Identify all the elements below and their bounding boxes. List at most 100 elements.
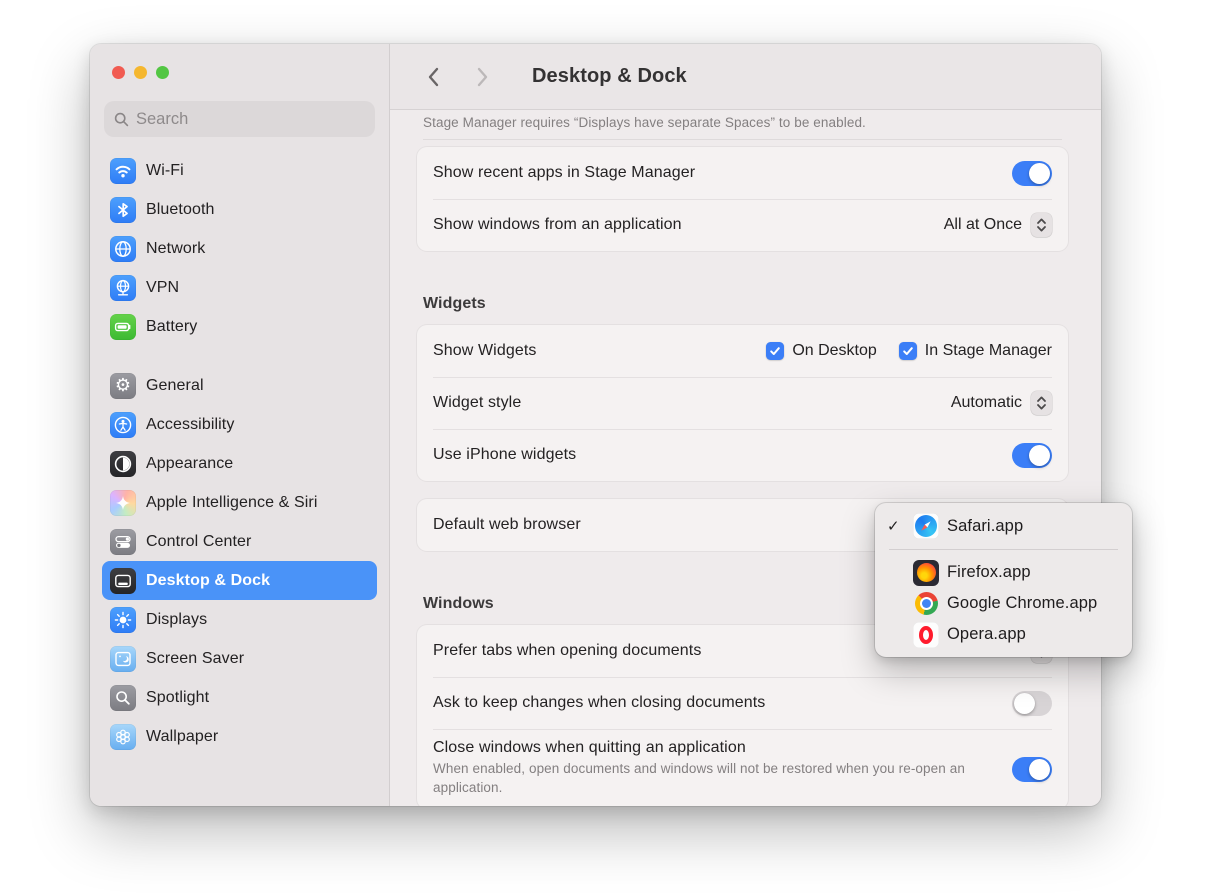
toggle-knob (1029, 759, 1050, 780)
divider (423, 139, 1062, 140)
menu-item-chrome[interactable]: Google Chrome.app (875, 588, 1132, 619)
close-windows-toggle[interactable] (1012, 757, 1052, 782)
forward-button[interactable] (468, 62, 498, 92)
sidebar-item-displays[interactable]: Displays (102, 600, 377, 639)
bluetooth-icon (110, 197, 136, 223)
settings-row-show-widgets: Show Widgets On Desktop In S (417, 325, 1068, 377)
sidebar-item-label: Wi-Fi (146, 162, 184, 180)
settings-row-ask-to-keep-changes: Ask to keep changes when closing documen… (417, 677, 1068, 729)
sidebar-item-label: Desktop & Dock (146, 572, 270, 590)
screen-saver-icon (110, 646, 136, 672)
toggle-knob (1029, 163, 1050, 184)
settings-row-show-windows-from-app: Show windows from an application All at … (417, 199, 1068, 251)
sidebar-item-general[interactable]: ⚙ General (102, 366, 377, 405)
system-settings-window: Wi-Fi Bluetooth Network VPN (90, 44, 1101, 806)
title-bar: Desktop & Dock (390, 44, 1101, 110)
widget-style-stepper[interactable] (1031, 391, 1052, 415)
settings-row-iphone-widgets: Use iPhone widgets (417, 429, 1068, 481)
widgets-card: Show Widgets On Desktop In S (417, 325, 1068, 481)
sidebar-item-spotlight[interactable]: Spotlight (102, 678, 377, 717)
checkmark-icon (902, 345, 914, 357)
sidebar-item-label: Apple Intelligence & Siri (146, 494, 317, 512)
sidebar-item-label: Displays (146, 611, 207, 629)
sidebar-item-wifi[interactable]: Wi-Fi (102, 151, 377, 190)
sidebar-item-vpn[interactable]: VPN (102, 268, 377, 307)
accessibility-icon (110, 412, 136, 438)
window-controls (102, 66, 377, 79)
widgets-section-header: Widgets (423, 295, 1068, 313)
sidebar-group-system: ⚙ General Accessibility Appearance Appl (102, 366, 377, 756)
sidebar-item-apple-intelligence[interactable]: Apple Intelligence & Siri (102, 483, 377, 522)
show-recent-apps-toggle[interactable] (1012, 161, 1052, 186)
sidebar-item-label: Battery (146, 318, 197, 336)
checkmark-icon (769, 345, 781, 357)
vpn-globe-icon (110, 275, 136, 301)
close-window-button[interactable] (112, 66, 125, 79)
toggle-knob (1029, 445, 1050, 466)
minimize-window-button[interactable] (134, 66, 147, 79)
chevron-left-icon (427, 67, 439, 87)
use-iphone-widgets-toggle[interactable] (1012, 443, 1052, 468)
control-center-icon (110, 529, 136, 555)
up-down-chevrons-icon (1036, 217, 1047, 233)
chevron-right-icon (477, 67, 489, 87)
sidebar-item-bluetooth[interactable]: Bluetooth (102, 190, 377, 229)
menu-item-safari[interactable]: ✓ Safari.app (875, 508, 1132, 544)
appearance-icon (110, 451, 136, 477)
menu-item-opera[interactable]: Opera.app (875, 619, 1132, 650)
desktop-dock-icon (110, 568, 136, 594)
sun-icon (110, 607, 136, 633)
sidebar-item-screen-saver[interactable]: Screen Saver (102, 639, 377, 678)
show-windows-stepper[interactable] (1031, 213, 1052, 237)
sidebar-group-connectivity: Wi-Fi Bluetooth Network VPN (102, 151, 377, 346)
sidebar-item-wallpaper[interactable]: Wallpaper (102, 717, 377, 756)
settings-row-widget-style: Widget style Automatic (417, 377, 1068, 429)
zoom-window-button[interactable] (156, 66, 169, 79)
on-desktop-checkbox[interactable] (766, 342, 784, 360)
sidebar-item-label: Appearance (146, 455, 233, 473)
gear-icon: ⚙ (110, 373, 136, 399)
menu-divider (889, 549, 1118, 550)
sidebar-item-battery[interactable]: Battery (102, 307, 377, 346)
sidebar-item-network[interactable]: Network (102, 229, 377, 268)
sidebar-item-appearance[interactable]: Appearance (102, 444, 377, 483)
sidebar-item-label: Wallpaper (146, 728, 218, 746)
checkmark-icon: ✓ (887, 517, 905, 535)
default-browser-menu: ✓ Safari.app Firefox.app Google Chrome.a… (875, 503, 1132, 657)
sidebar-item-desktop-dock[interactable]: Desktop & Dock (102, 561, 377, 600)
main-pane: Desktop & Dock Stage Manager requires “D… (390, 44, 1101, 806)
spotlight-icon (110, 685, 136, 711)
safari-icon (913, 513, 939, 539)
ask-keep-changes-toggle[interactable] (1012, 691, 1052, 716)
sidebar-item-label: Control Center (146, 533, 251, 551)
globe-icon (110, 236, 136, 262)
up-down-chevrons-icon (1036, 395, 1047, 411)
magnifier-icon (114, 112, 129, 127)
firefox-icon (913, 560, 939, 586)
sidebar-item-control-center[interactable]: Control Center (102, 522, 377, 561)
wallpaper-icon (110, 724, 136, 750)
opera-icon (913, 622, 939, 648)
show-windows-value: All at Once (944, 216, 1022, 234)
toggle-knob (1014, 693, 1035, 714)
menu-item-firefox[interactable]: Firefox.app (875, 557, 1132, 588)
siri-icon (110, 490, 136, 516)
battery-icon (110, 314, 136, 340)
back-button[interactable] (418, 62, 448, 92)
search-field[interactable] (104, 101, 375, 137)
sidebar-item-label: Bluetooth (146, 201, 215, 219)
settings-row-close-windows: Close windows when quitting an applicati… (417, 729, 1068, 806)
page-title: Desktop & Dock (532, 65, 687, 88)
in-stage-manager-checkbox[interactable] (899, 342, 917, 360)
sidebar: Wi-Fi Bluetooth Network VPN (90, 44, 390, 806)
sidebar-item-label: Accessibility (146, 416, 234, 434)
sidebar-item-label: VPN (146, 279, 179, 297)
settings-content: Stage Manager requires “Displays have se… (390, 110, 1101, 806)
wifi-icon (110, 158, 136, 184)
sidebar-item-label: Screen Saver (146, 650, 244, 668)
chrome-icon (913, 591, 939, 617)
search-input[interactable] (136, 110, 365, 129)
sidebar-item-accessibility[interactable]: Accessibility (102, 405, 377, 444)
stage-manager-card: Show recent apps in Stage Manager Show w… (417, 147, 1068, 251)
widget-style-value: Automatic (951, 394, 1022, 412)
